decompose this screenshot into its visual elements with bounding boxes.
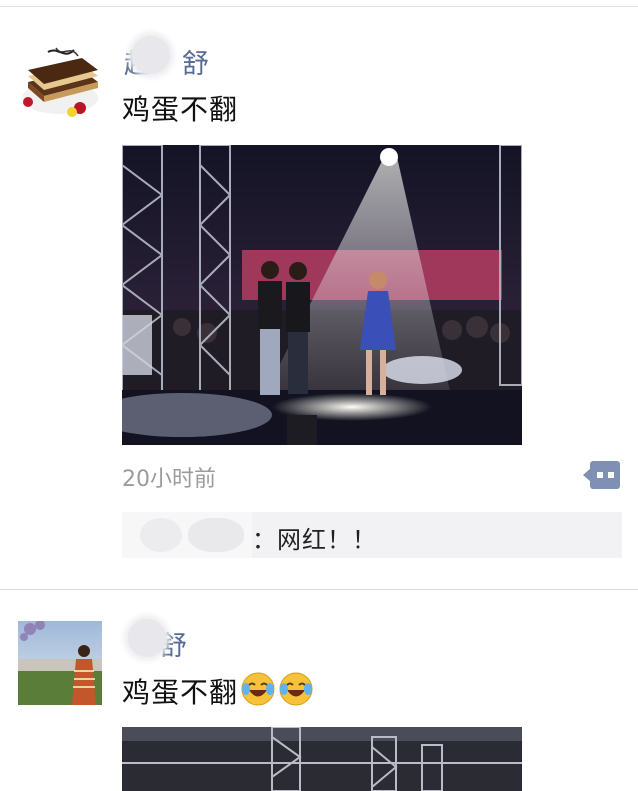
face-with-tears-of-joy-icon [278, 671, 314, 714]
commenter-name-blur[interactable] [122, 512, 252, 558]
post-text-line: 鸡蛋不翻 [122, 671, 314, 714]
post-text: 鸡蛋不翻 [122, 676, 239, 709]
post-photo[interactable] [122, 145, 522, 445]
comment-area: ：网红！！ [122, 512, 622, 558]
avatar[interactable] [18, 621, 102, 705]
post-time: 20小时前 [122, 467, 216, 492]
post-text: 鸡蛋不翻 [122, 93, 239, 126]
post-photo[interactable] [122, 727, 522, 791]
face-with-tears-of-joy-icon [240, 671, 276, 714]
name-blur-mask [132, 36, 170, 74]
more-dots-icon[interactable] [583, 461, 623, 489]
avatar[interactable] [18, 38, 102, 122]
post-divider [0, 589, 638, 590]
top-divider [0, 6, 638, 7]
name-blur-mask [128, 619, 166, 657]
author-name-right: 舒 [182, 49, 210, 80]
comment-text: ：网红！！ [252, 526, 377, 554]
